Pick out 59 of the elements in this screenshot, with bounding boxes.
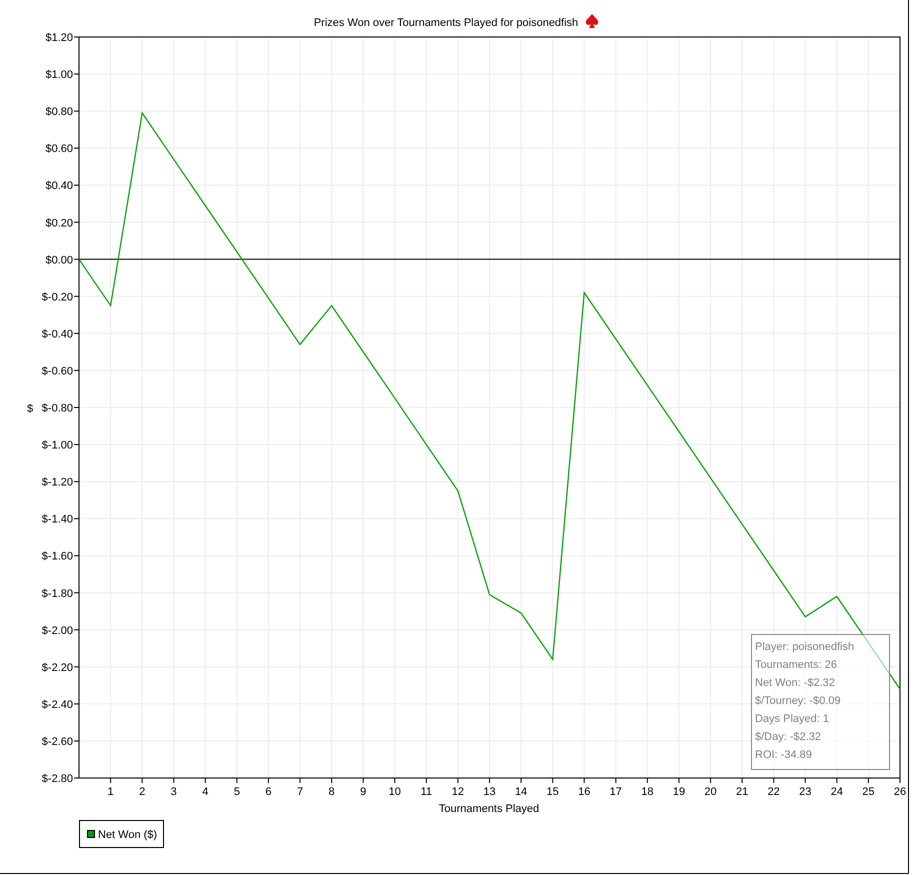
stats-line: $/Tourney: -$0.09 (755, 695, 841, 707)
chart-title: Prizes Won over Tournaments Played for poisonedfish (314, 17, 578, 29)
axis-tick-label: $-1.20 (42, 476, 73, 489)
axis-tick-label: 7 (296, 786, 304, 798)
axis-tick-label: $-0.80 (42, 402, 73, 414)
axis-tick-label: 11 (420, 786, 432, 798)
axis-tick-label: $-0.60 (42, 365, 73, 378)
axis-tick-label: 1 (108, 786, 114, 798)
stats-line: ROI: -34.89 (755, 749, 812, 761)
axis-title: $ (26, 403, 34, 415)
axis-tick-label: $1.00 (45, 69, 73, 82)
stats-line: Player: poisonedfish (755, 641, 854, 653)
spade-icon (586, 14, 598, 28)
axis-title: Tournaments Played (438, 803, 540, 815)
axis-tick-label: 19 (672, 786, 686, 798)
axis-tick-label: 8 (328, 786, 335, 798)
stats-line: Net Won: -$2.32 (755, 677, 835, 689)
axis-tick-label: $0.00 (45, 254, 73, 266)
axis-tick-label: $-1.40 (42, 514, 73, 526)
axis-tick-label: $-2.20 (42, 662, 73, 674)
axis-tick-label: 13 (483, 786, 496, 798)
axis-tick-label: 12 (452, 786, 464, 798)
axis-tick-label: $0.80 (45, 106, 73, 118)
axis-tick-label: $-2.00 (42, 624, 73, 637)
stats-line: $/Day: -$2.32 (755, 731, 822, 743)
axis-tick-label: $0.40 (45, 180, 73, 192)
axis-tick-label: 22 (768, 786, 780, 798)
axis-tick-label: 6 (265, 786, 272, 798)
axis-tick-label: $1.20 (45, 32, 73, 44)
axis-tick-label: 17 (610, 786, 622, 798)
axis-tick-label: 4 (202, 786, 208, 798)
axis-tick-label: $-0.20 (42, 291, 73, 304)
axis-tick-label: 14 (514, 786, 528, 798)
axis-tick-label: 26 (894, 786, 906, 798)
axis-tick-label: 18 (641, 786, 654, 798)
axis-tick-label: 15 (546, 786, 559, 798)
axis-tick-label: $0.60 (45, 143, 73, 156)
axis-tick-label: 23 (799, 786, 812, 798)
legend-label: Net Won ($) (98, 829, 158, 841)
axis-tick-label: 10 (388, 786, 401, 798)
axis-tick-label: 16 (578, 786, 590, 798)
axis-tick-label: $-1.80 (42, 588, 73, 600)
stats-line: Tournaments: 26 (755, 659, 837, 671)
axis-tick-label: 5 (234, 786, 240, 798)
axis-tick-label: 24 (830, 786, 843, 798)
axis-tick-label: 21 (736, 786, 748, 798)
axis-tick-label: $-2.80 (42, 773, 73, 785)
axis-tick-label: $0.20 (45, 217, 73, 230)
axis-tick-label: $-2.60 (42, 736, 73, 748)
axis-tick-label: 25 (862, 786, 875, 798)
axis-tick-label: $-2.40 (42, 698, 73, 711)
axis-tick-label: 2 (139, 786, 146, 798)
axis-tick-label: $-1.60 (42, 550, 73, 563)
axis-tick-label: 9 (360, 786, 366, 798)
axis-tick-label: $-1.00 (42, 440, 73, 452)
stats-line: Days Played: 1 (755, 713, 829, 725)
axis-tick-label: 20 (704, 786, 717, 798)
axis-tick-label: $-0.40 (42, 328, 73, 340)
axis-tick-label: 3 (170, 786, 177, 798)
